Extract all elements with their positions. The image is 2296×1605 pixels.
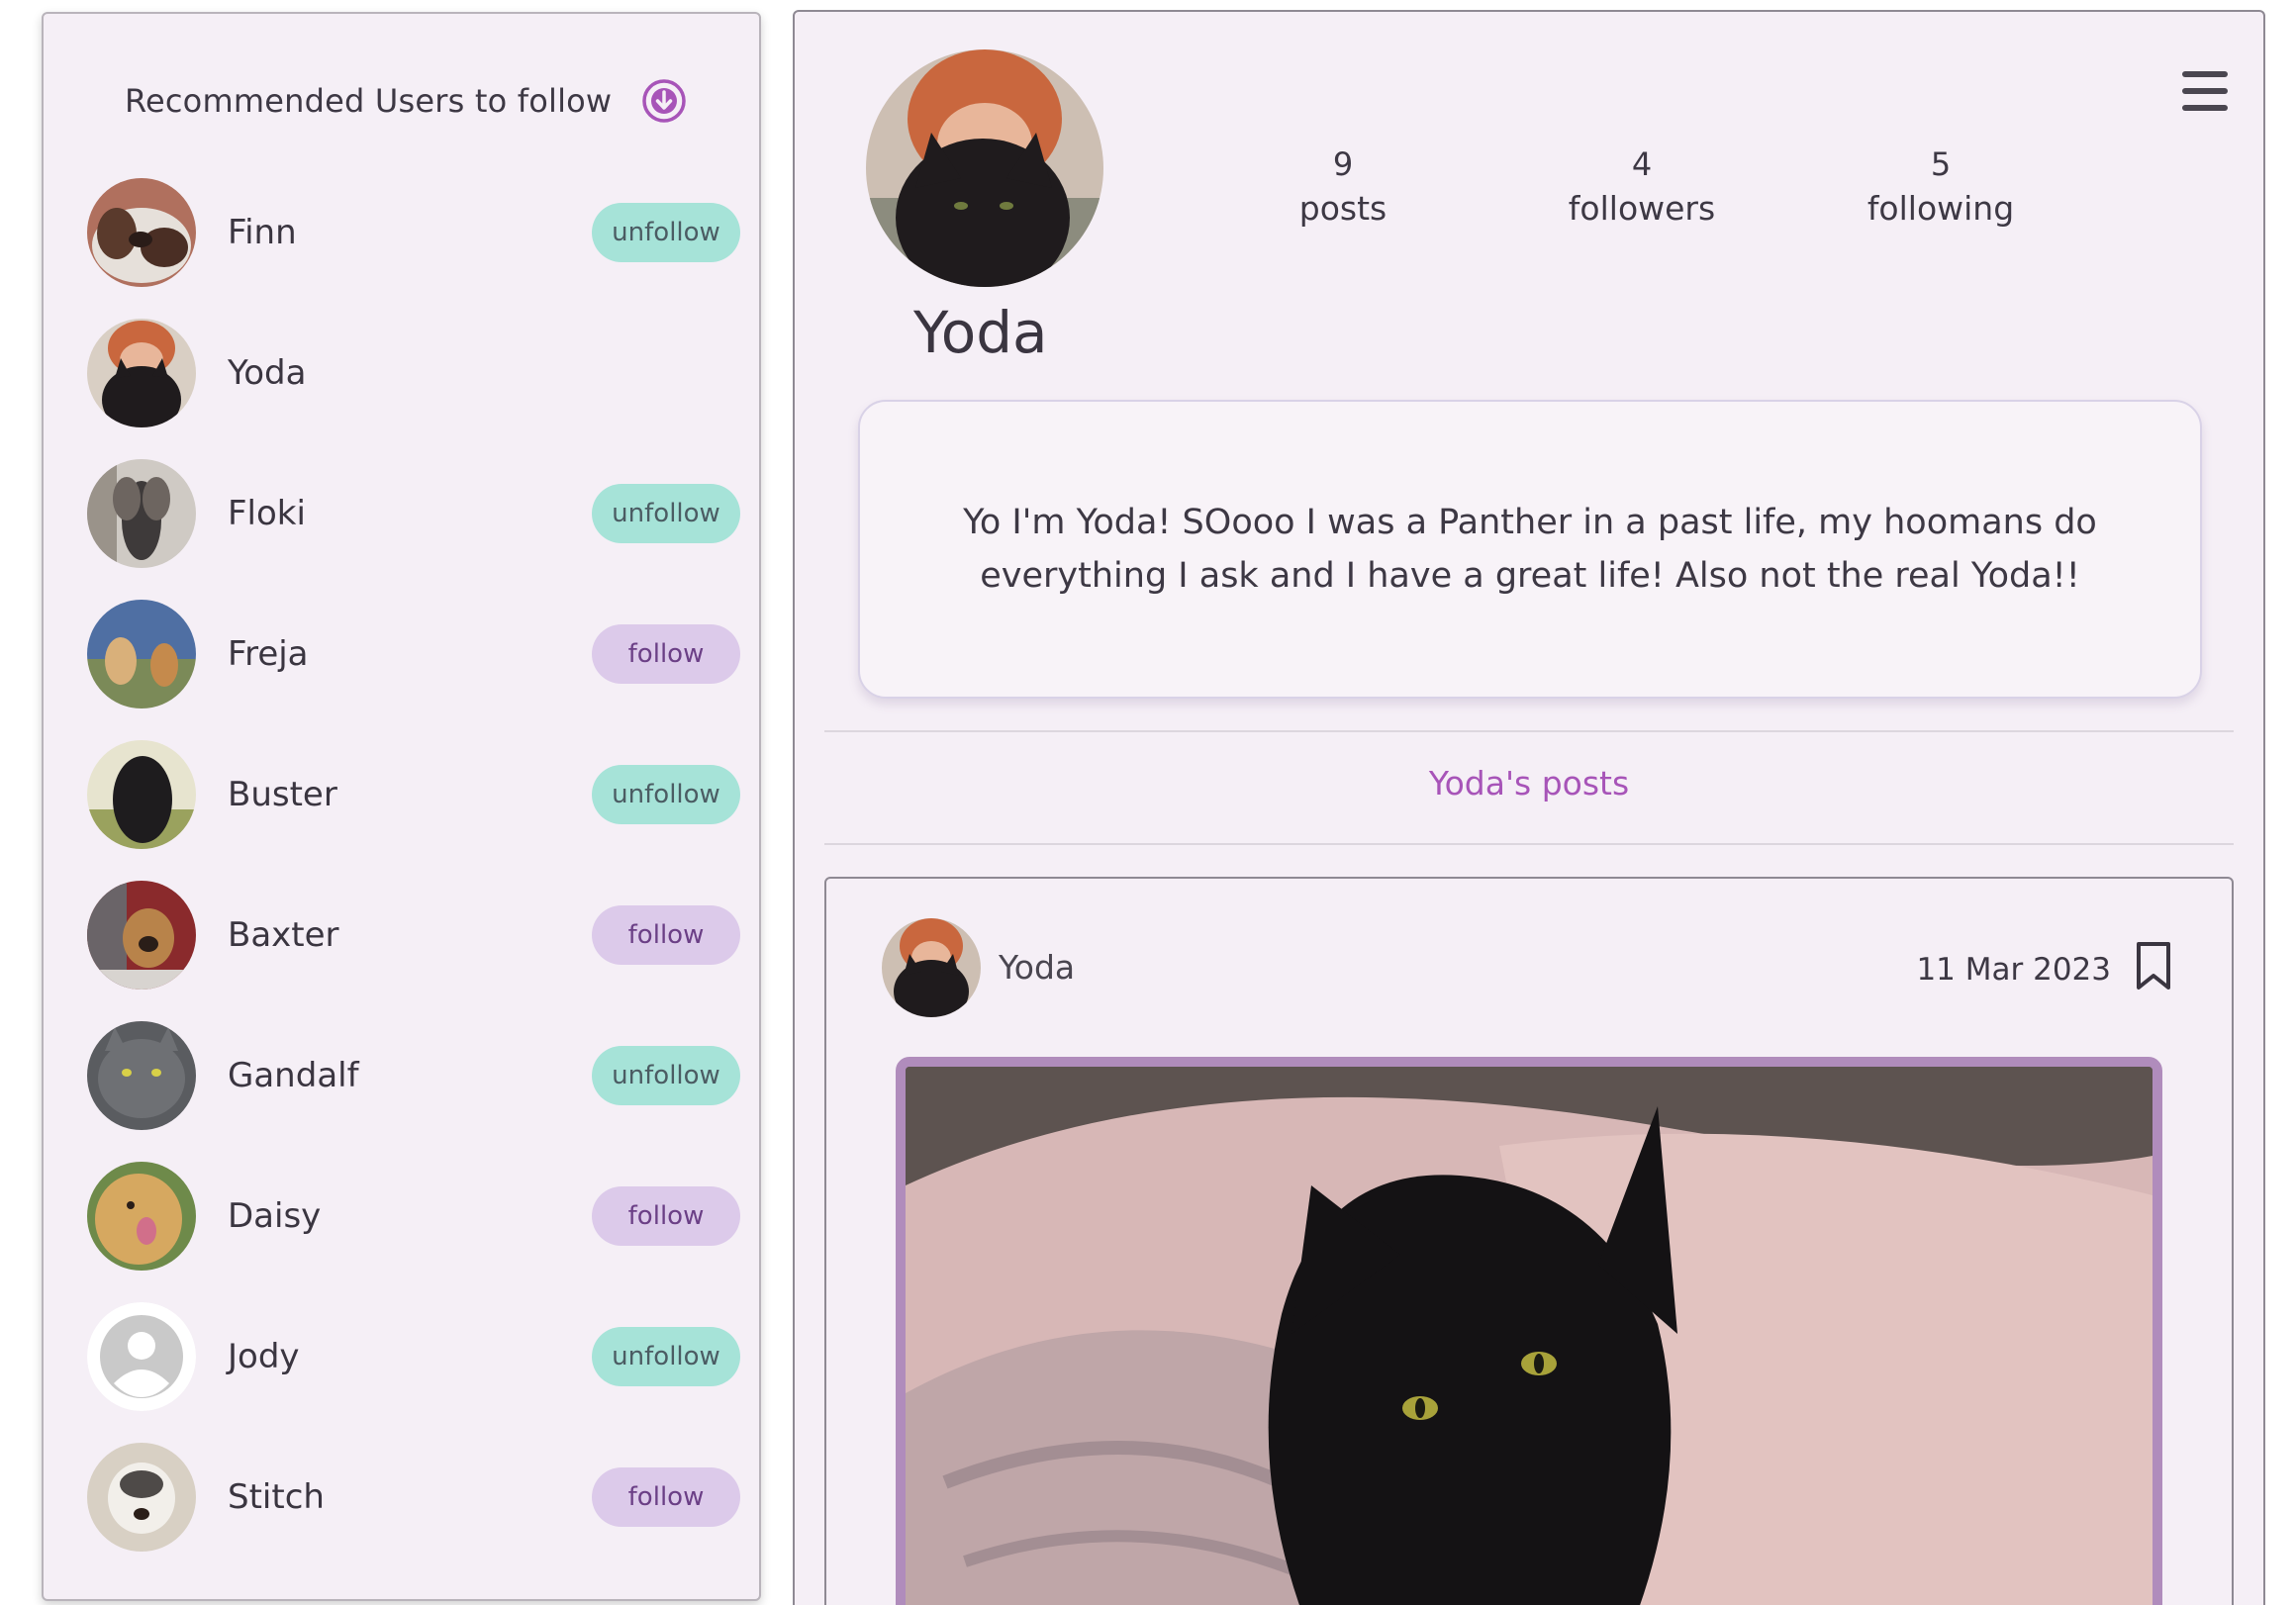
user-row-gandalf[interactable]: Gandalf unfollow [87, 1005, 740, 1146]
avatar[interactable] [87, 740, 196, 849]
bio-text: Yo I'm Yoda! SOooo I was a Panther in a … [963, 503, 2097, 596]
avatar[interactable] [87, 319, 196, 427]
arrow-circle-down-icon[interactable] [641, 78, 687, 124]
user-row-freja[interactable]: Freja follow [87, 584, 740, 724]
following-count: 5 [1930, 145, 1952, 183]
post-author-avatar[interactable] [882, 918, 981, 1017]
avatar[interactable] [87, 1302, 196, 1411]
unfollow-button[interactable]: unfollow [592, 1327, 740, 1386]
avatar[interactable] [87, 1021, 196, 1130]
user-row-baxter[interactable]: Baxter follow [87, 865, 740, 1005]
user-name[interactable]: Gandalf [228, 1056, 592, 1095]
user-name[interactable]: Baxter [228, 915, 592, 955]
stat-following[interactable]: 5 following [1832, 145, 2050, 228]
bookmark-icon[interactable] [2135, 940, 2172, 991]
user-row-yoda[interactable]: Yoda [87, 303, 740, 443]
profile-avatar [866, 49, 1103, 287]
avatar[interactable] [87, 459, 196, 568]
follow-button[interactable]: follow [592, 905, 740, 965]
profile-panel: Yoda 9 posts 4 followers 5 following Yo … [793, 10, 2265, 1605]
user-row-jody[interactable]: Jody unfollow [87, 1286, 740, 1427]
unfollow-button[interactable]: unfollow [592, 484, 740, 543]
user-row-daisy[interactable]: Daisy follow [87, 1146, 740, 1286]
follow-button[interactable]: follow [592, 1467, 740, 1527]
recommended-users-panel: Recommended Users to follow Finn unfollo… [42, 12, 761, 1601]
user-row-floki[interactable]: Floki unfollow [87, 443, 740, 584]
posts-count: 9 [1332, 145, 1354, 183]
unfollow-button[interactable]: unfollow [592, 765, 740, 824]
user-name[interactable]: Floki [228, 494, 592, 533]
avatar[interactable] [87, 1443, 196, 1552]
user-name[interactable]: Daisy [228, 1196, 592, 1236]
hamburger-menu-icon[interactable] [2182, 71, 2228, 111]
user-name[interactable]: Buster [228, 775, 592, 814]
user-name[interactable]: Yoda [228, 353, 740, 393]
avatar[interactable] [87, 600, 196, 708]
posts-heading: Yoda's posts [1428, 764, 1630, 802]
user-name[interactable]: Stitch [228, 1477, 592, 1517]
unfollow-button[interactable]: unfollow [592, 1046, 740, 1105]
posts-label: posts [1298, 189, 1387, 228]
post-card[interactable]: Yoda 11 Mar 2023 [824, 877, 2234, 1605]
user-row-buster[interactable]: Buster unfollow [87, 724, 740, 865]
divider [824, 843, 2234, 845]
user-name[interactable]: Freja [228, 634, 592, 674]
avatar[interactable] [87, 178, 196, 287]
profile-name: Yoda [913, 299, 1048, 366]
user-row-finn[interactable]: Finn unfollow [87, 162, 740, 303]
follow-button[interactable]: follow [592, 624, 740, 684]
post-author[interactable]: Yoda [999, 948, 1075, 987]
follow-button[interactable]: follow [592, 1186, 740, 1246]
recommended-header: Recommended Users to follow [125, 61, 687, 141]
followers-count: 4 [1631, 145, 1653, 183]
stat-posts[interactable]: 9 posts [1234, 145, 1452, 228]
user-name[interactable]: Jody [228, 1337, 592, 1376]
post-image[interactable] [896, 1057, 2162, 1605]
user-name[interactable]: Finn [228, 213, 592, 252]
post-date: 11 Mar 2023 [1916, 952, 2111, 988]
page: Recommended Users to follow Finn unfollo… [0, 0, 2296, 1605]
unfollow-button[interactable]: unfollow [592, 203, 740, 262]
user-row-stitch[interactable]: Stitch follow [87, 1427, 740, 1567]
followers-label: followers [1568, 189, 1716, 228]
recommended-user-list: Finn unfollow Yoda Floki unfollow Freja … [87, 162, 740, 1567]
divider [824, 730, 2234, 732]
avatar[interactable] [87, 881, 196, 990]
following-label: following [1866, 189, 2015, 228]
recommended-title: Recommended Users to follow [125, 82, 613, 120]
avatar[interactable] [87, 1162, 196, 1271]
stat-followers[interactable]: 4 followers [1533, 145, 1751, 228]
bio-box: Yo I'm Yoda! SOooo I was a Panther in a … [858, 400, 2202, 699]
